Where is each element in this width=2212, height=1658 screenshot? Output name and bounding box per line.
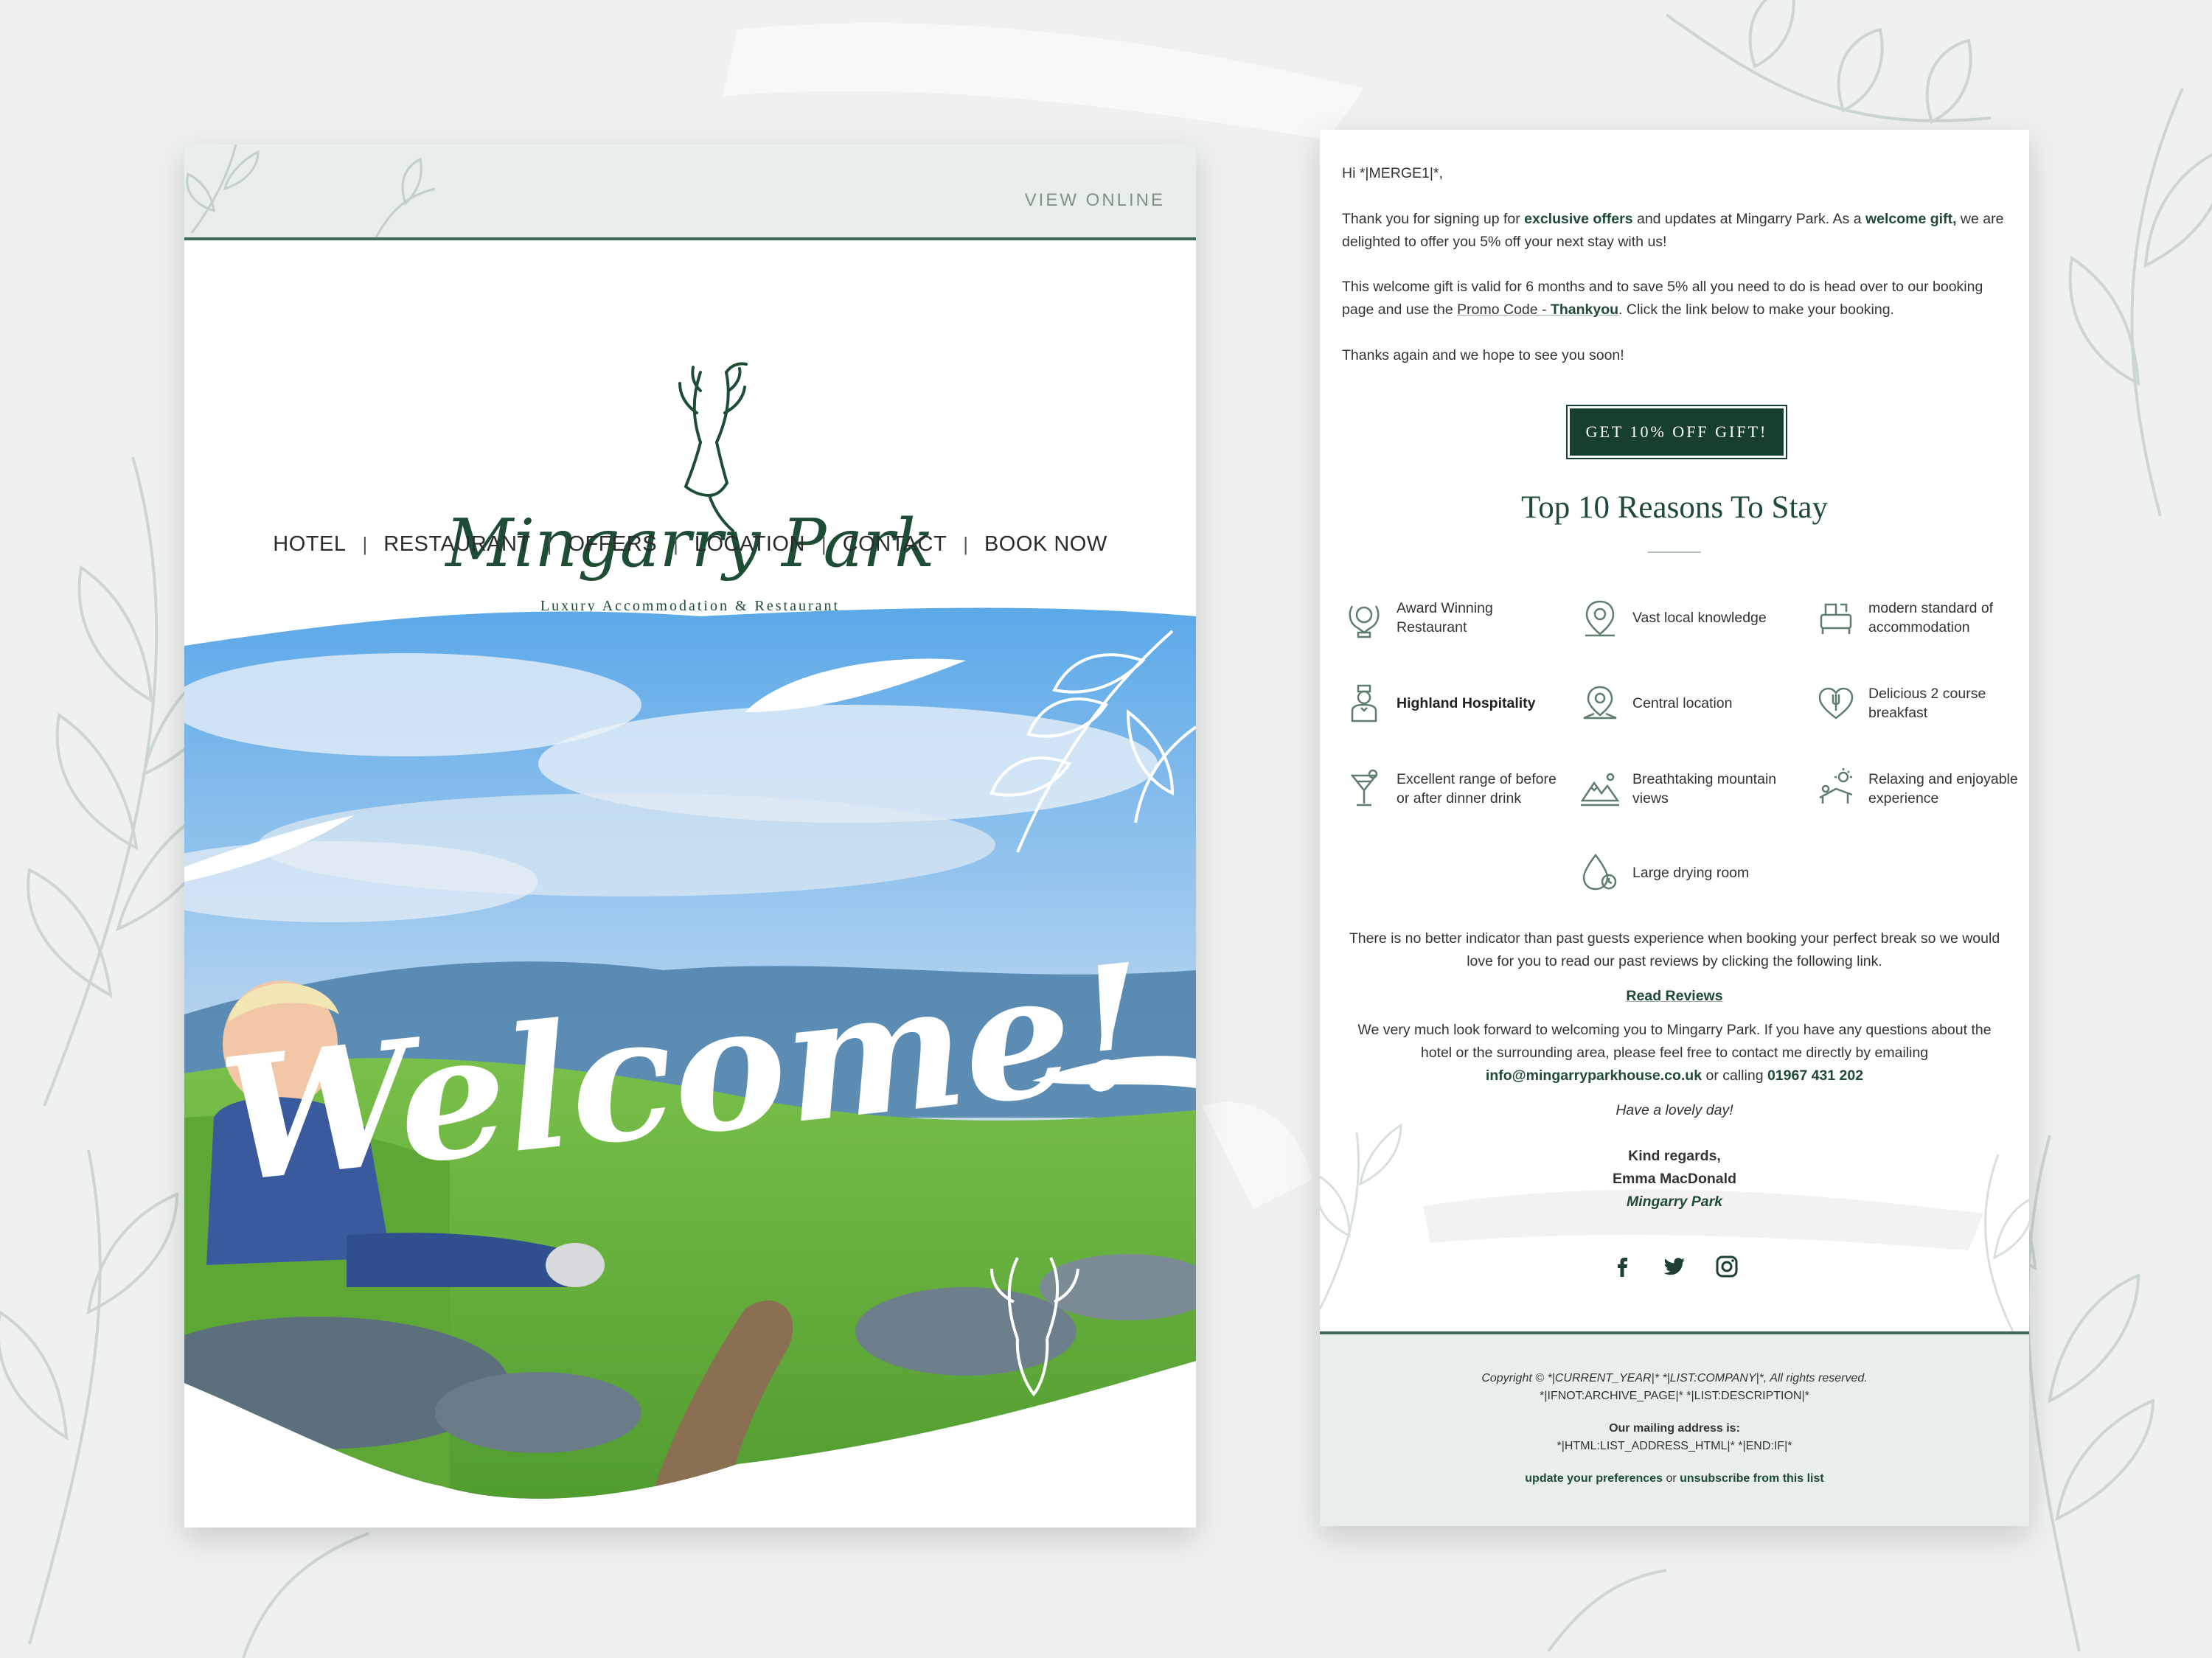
nav-separator: |: [821, 532, 827, 555]
nav-separator: |: [362, 532, 368, 555]
nav-hotel[interactable]: HOTEL: [257, 532, 362, 557]
header-leaf-decoration: [186, 144, 436, 237]
reason-item: modern standard of accommodation: [1814, 587, 2029, 649]
signer-company: Mingarry Park: [1626, 1194, 1723, 1210]
nav-separator: |: [546, 532, 552, 555]
nav-separator: |: [673, 532, 678, 555]
nav-contact[interactable]: CONTACT: [827, 532, 964, 557]
reasons-title: Top 10 Reasons To Stay: [1520, 490, 1829, 525]
promo-paragraph: This welcome gift is valid for 6 months …: [1342, 279, 1983, 318]
reason-item: Vast local knowledge: [1578, 587, 1799, 649]
mingarry-park-logo: Mingarry Park Luxury Accommodation & Res…: [444, 362, 935, 614]
contact-phone[interactable]: 01967 431 202: [1767, 1067, 1863, 1084]
promo-code-link[interactable]: Promo Code - Thankyou: [1457, 302, 1618, 318]
reason-item: Excellent range of before or after dinne…: [1342, 758, 1563, 820]
heart-fork-icon: [1818, 687, 1854, 720]
hero-welcome-image: Welcome!: [184, 607, 1196, 1499]
reason-item: Large drying room: [1578, 842, 1799, 904]
kind-regards: Kind regards,: [1628, 1148, 1721, 1164]
nav-restaurant[interactable]: RESTAURANT: [367, 532, 546, 557]
view-online-link[interactable]: VIEW ONLINE: [1025, 190, 1165, 211]
contact-email-link[interactable]: info@mingarryparkhouse.co.uk: [1486, 1067, 1702, 1084]
reason-item: Central location: [1578, 672, 1799, 734]
cocktail-icon: [1350, 769, 1378, 807]
welcome-email-body: Hi *|MERGE1|*, Thank you for signing up …: [1320, 130, 2029, 1526]
mountain-icon: [1580, 773, 1620, 807]
thanks-paragraph: Thanks again and we hope to see you soon…: [1342, 347, 1624, 363]
droplet-icon: [1582, 853, 1617, 891]
facebook-icon[interactable]: [1607, 1252, 1637, 1281]
greeting: Hi *|MERGE1|*,: [1342, 165, 1443, 181]
nav-offers[interactable]: OFFERS: [552, 532, 673, 557]
email-header-bar: VIEW ONLINE: [184, 144, 1196, 240]
reason-item: Breathtaking mountain views: [1578, 758, 1799, 820]
footer-mailing-value: *|HTML:LIST_ADDRESS_HTML|* *|END:IF|*: [1557, 1440, 1792, 1452]
closing-line: Have a lovely day!: [1615, 1102, 1733, 1118]
footer-copyright: Copyright © *|CURRENT_YEAR|* *|LIST:COMP…: [1481, 1372, 1868, 1384]
title-divider: [1648, 551, 1701, 553]
nav-location[interactable]: LOCATION: [678, 532, 821, 557]
butler-icon: [1351, 684, 1377, 722]
reviews-link-row: Read Reviews: [1342, 985, 2007, 1008]
intro-paragraph: Thank you for signing up for exclusive o…: [1342, 211, 2004, 250]
armchair-icon: [1820, 603, 1852, 634]
nav-separator: |: [963, 532, 968, 555]
main-navigation: HOTEL | RESTAURANT | OFFERS | LOCATION |…: [184, 522, 1196, 566]
sunbed-icon: [1819, 768, 1853, 804]
map-pin-icon: [1585, 600, 1615, 637]
twitter-icon[interactable]: [1660, 1252, 1689, 1281]
unsubscribe-link[interactable]: unsubscribe from this list: [1680, 1472, 1824, 1485]
reason-item: Relaxing and enjoyable experience: [1814, 758, 2029, 820]
body-leaf-decoration: [1320, 1123, 2029, 1332]
update-preferences-link[interactable]: update your preferences: [1525, 1472, 1663, 1485]
reason-item: Delicious 2 course breakfast: [1814, 672, 2029, 734]
signer-name: Emma MacDonald: [1613, 1171, 1736, 1187]
get-gift-button[interactable]: GET 10% OFF GIFT!: [1566, 405, 1787, 459]
welcome-email-preview: VIEW ONLINE Mingarry Park Luxury Accommo…: [184, 144, 1196, 1528]
reviews-paragraph: There is no better indicator than past g…: [1349, 930, 2000, 969]
laurel-icon: [1349, 605, 1380, 638]
contact-paragraph: We very much look forward to welcoming y…: [1357, 1022, 1992, 1084]
reason-item: Award Winning Restaurant: [1342, 587, 1563, 649]
location-icon: [1583, 686, 1617, 720]
footer-archive: *|IFNOT:ARCHIVE_PAGE|* *|LIST:DESCRIPTIO…: [1540, 1390, 1809, 1402]
instagram-icon[interactable]: [1712, 1252, 1742, 1281]
nav-book-now[interactable]: BOOK NOW: [968, 532, 1124, 557]
footer-links: update your preferences or unsubscribe f…: [1525, 1472, 1824, 1485]
footer-mailing-label: Our mailing address is:: [1609, 1422, 1740, 1435]
email-footer: Copyright © *|CURRENT_YEAR|* *|LIST:COMP…: [1320, 1331, 2029, 1526]
reason-item: Highland Hospitality: [1342, 672, 1563, 734]
read-reviews-link[interactable]: Read Reviews: [1626, 988, 1722, 1004]
